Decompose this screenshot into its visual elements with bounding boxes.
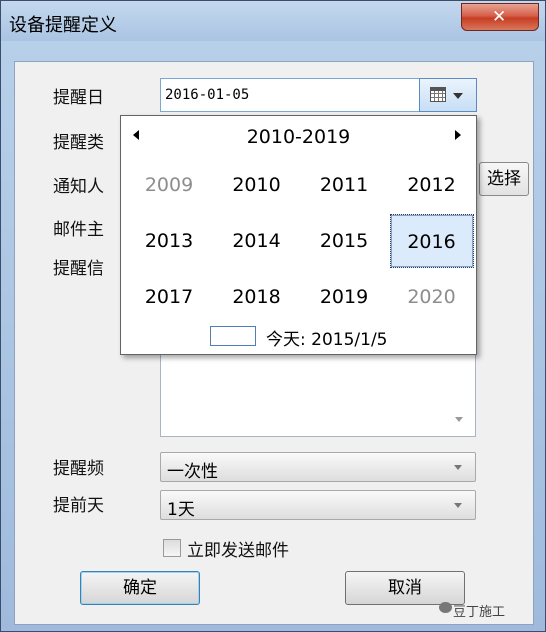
today-marker bbox=[210, 326, 256, 346]
chevron-down-icon bbox=[454, 465, 462, 470]
close-icon: ✕ bbox=[492, 7, 507, 27]
dialog-window: 设备提醒定义 ✕ 提醒日 2016-01-05 提醒类 通知人 选择 邮件主 提… bbox=[0, 0, 546, 632]
wechat-icon bbox=[439, 602, 452, 613]
frequency-select[interactable]: 一次性 bbox=[160, 452, 476, 482]
decade-title[interactable]: 2010-2019 bbox=[121, 126, 476, 148]
year-picker-popup: 2010-2019 2009 2010 2011 2012 2013 2014 2015 20… bbox=[120, 115, 477, 355]
chevron-down-icon bbox=[453, 93, 463, 99]
mail-subject-label: 邮件主 bbox=[53, 220, 104, 240]
year-cell-2020[interactable]: 2020 bbox=[390, 270, 474, 324]
days-before-value: 1天 bbox=[167, 500, 195, 520]
remind-date-input[interactable]: 2016-01-05 bbox=[160, 78, 477, 112]
send-now-checkbox[interactable] bbox=[163, 539, 181, 557]
remind-type-label: 提醒类 bbox=[53, 133, 104, 153]
frequency-label: 提醒频 bbox=[53, 459, 104, 479]
calendar-icon bbox=[430, 87, 446, 102]
close-button[interactable]: ✕ bbox=[461, 3, 539, 31]
title-bar[interactable]: 设备提醒定义 ✕ bbox=[1, 1, 545, 41]
year-cell-2016[interactable]: 2016 bbox=[389, 214, 474, 268]
remind-info-textarea[interactable] bbox=[160, 352, 476, 437]
year-cell-2017[interactable]: 2017 bbox=[127, 270, 211, 324]
today-link[interactable]: 今天: 2015/1/5 bbox=[266, 325, 387, 350]
year-cell-2011[interactable]: 2011 bbox=[302, 158, 386, 212]
next-decade-icon[interactable] bbox=[455, 130, 461, 140]
year-cell-2010[interactable]: 2010 bbox=[215, 158, 299, 212]
chevron-down-icon bbox=[454, 503, 462, 508]
window-title: 设备提醒定义 bbox=[9, 15, 117, 36]
frequency-value: 一次性 bbox=[167, 462, 218, 482]
remind-date-label: 提醒日 bbox=[53, 88, 104, 108]
year-cell-2012[interactable]: 2012 bbox=[390, 158, 474, 212]
days-before-select[interactable]: 1天 bbox=[160, 490, 476, 520]
send-now-label[interactable]: 立即发送邮件 bbox=[187, 536, 289, 561]
cancel-button[interactable]: 取消 bbox=[345, 571, 465, 605]
year-cell-2019[interactable]: 2019 bbox=[302, 270, 386, 324]
watermark-text: 豆丁施工 bbox=[453, 605, 506, 620]
scroll-down-icon[interactable] bbox=[455, 417, 463, 422]
remind-info-label: 提醒信 bbox=[53, 259, 104, 279]
remind-date-value: 2016-01-05 bbox=[165, 87, 250, 103]
date-picker-button[interactable] bbox=[419, 78, 477, 112]
notify-label: 通知人 bbox=[53, 177, 104, 197]
year-cell-2013[interactable]: 2013 bbox=[127, 214, 211, 268]
ok-button[interactable]: 确定 bbox=[80, 571, 200, 605]
year-cell-2015[interactable]: 2015 bbox=[302, 214, 386, 268]
year-cell-2014[interactable]: 2014 bbox=[215, 214, 299, 268]
days-before-label: 提前天 bbox=[53, 496, 104, 516]
year-cell-2018[interactable]: 2018 bbox=[215, 270, 299, 324]
choose-button[interactable]: 选择 bbox=[479, 162, 529, 196]
year-cell-2009[interactable]: 2009 bbox=[127, 158, 211, 212]
